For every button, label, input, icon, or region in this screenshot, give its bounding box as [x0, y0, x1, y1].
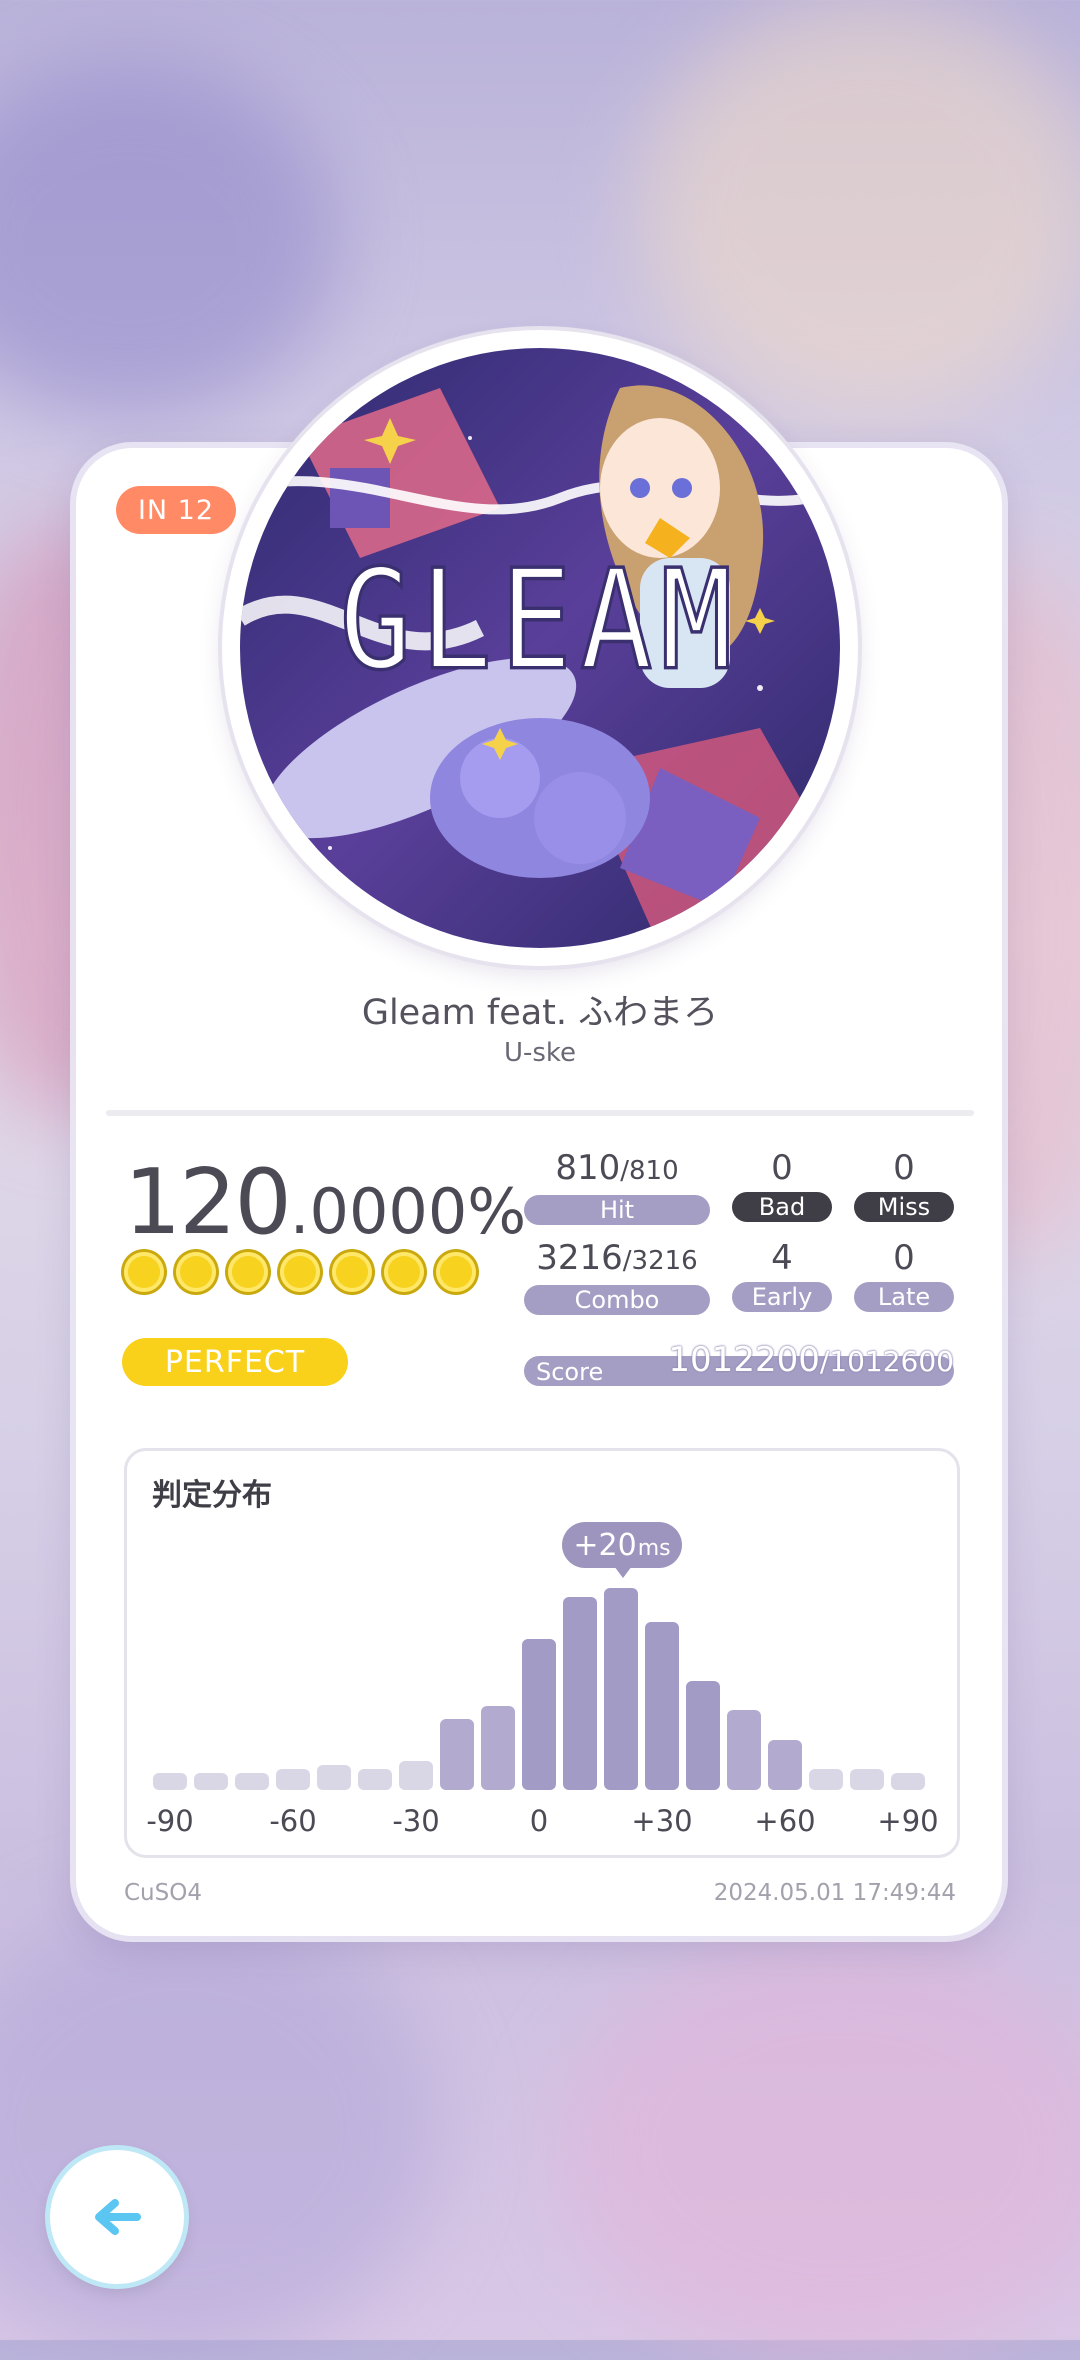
miss-label: Miss	[854, 1192, 954, 1222]
distribution-bar	[727, 1710, 761, 1790]
distribution-bar	[768, 1739, 802, 1790]
hit-total: /810	[620, 1156, 679, 1186]
stat-early: 4 Early	[732, 1238, 832, 1312]
x-tick-label: 0	[529, 1804, 549, 1838]
divider	[106, 1110, 974, 1116]
star-rating	[124, 1252, 476, 1292]
combo-label: Combo	[524, 1285, 710, 1315]
distribution-bar	[850, 1769, 884, 1790]
distribution-bar	[153, 1773, 187, 1790]
jacket-art: GLEAM	[240, 348, 840, 948]
bad-value: 0	[771, 1148, 793, 1188]
accuracy-integer: 120	[124, 1150, 292, 1255]
star-dot	[384, 1252, 424, 1292]
miss-value: 0	[893, 1148, 915, 1188]
distribution-bars	[150, 1570, 930, 1790]
bad-label: Bad	[732, 1192, 832, 1222]
late-label: Late	[854, 1282, 954, 1312]
offset-value: +20	[573, 1527, 637, 1563]
star-dot	[280, 1252, 320, 1292]
stat-combo: 3216/3216 Combo	[524, 1238, 710, 1315]
distribution-bar	[317, 1764, 351, 1790]
x-tick-label: +90	[877, 1804, 939, 1838]
distribution-bar	[276, 1769, 310, 1790]
grade-badge: PERFECT	[122, 1338, 348, 1386]
hit-value: 810	[555, 1148, 621, 1188]
distribution-bar	[604, 1588, 638, 1790]
star-dot	[124, 1252, 164, 1292]
distribution-bar	[563, 1596, 597, 1790]
stat-hit: 810/810 Hit	[524, 1148, 710, 1225]
combo-total: /3216	[622, 1246, 698, 1276]
accuracy-display: 120.0000%	[124, 1150, 526, 1255]
x-tick-label: -60	[269, 1804, 317, 1838]
x-tick-label: -90	[146, 1804, 194, 1838]
distribution-bar	[686, 1680, 720, 1790]
star-dot	[176, 1252, 216, 1292]
early-value: 4	[771, 1238, 793, 1278]
song-artist: U-ske	[503, 1038, 577, 1068]
star-dot	[228, 1252, 268, 1292]
score-current: 1012200	[668, 1340, 820, 1380]
distribution-title: 判定分布	[152, 1478, 272, 1513]
hit-label: Hit	[524, 1195, 710, 1225]
distribution-bar	[440, 1718, 474, 1790]
distribution-bar	[481, 1706, 515, 1790]
late-value: 0	[893, 1238, 915, 1278]
song-title: Gleam feat. ふわまろ	[361, 993, 719, 1033]
distribution-bar	[522, 1638, 556, 1790]
stat-bad: 0 Bad	[732, 1148, 832, 1222]
player-name: CuSO4	[124, 1880, 202, 1906]
x-tick-label: +30	[631, 1804, 693, 1838]
play-datetime: 2024.05.01 17:49:44	[713, 1880, 956, 1906]
star-dot	[436, 1252, 476, 1292]
distribution-bar	[399, 1760, 433, 1790]
combo-value: 3216	[536, 1238, 623, 1278]
back-button[interactable]	[50, 2150, 184, 2284]
early-label: Early	[732, 1282, 832, 1312]
distribution-bar	[358, 1769, 392, 1790]
arrow-left-icon	[95, 2199, 141, 2235]
score-value: 1012200/1012600	[668, 1340, 954, 1382]
distribution-bar	[194, 1773, 228, 1790]
jacket-title: GLEAM	[339, 541, 740, 701]
offset-unit: ms	[637, 1535, 671, 1561]
distribution-bar	[235, 1773, 269, 1790]
x-tick-label: -30	[392, 1804, 440, 1838]
x-tick-label: +60	[754, 1804, 816, 1838]
distribution-bar	[809, 1769, 843, 1790]
star-dot	[332, 1252, 372, 1292]
score-max: /1012600	[819, 1345, 954, 1378]
distribution-bar	[645, 1622, 679, 1790]
stat-late: 0 Late	[854, 1238, 954, 1312]
difficulty-badge: IN 12	[116, 486, 236, 534]
offset-bubble: +20 ms	[562, 1522, 682, 1568]
stat-miss: 0 Miss	[854, 1148, 954, 1222]
accuracy-decimal: .0000%	[289, 1175, 527, 1248]
score-label: Score	[536, 1358, 604, 1386]
distribution-bar	[891, 1773, 925, 1790]
